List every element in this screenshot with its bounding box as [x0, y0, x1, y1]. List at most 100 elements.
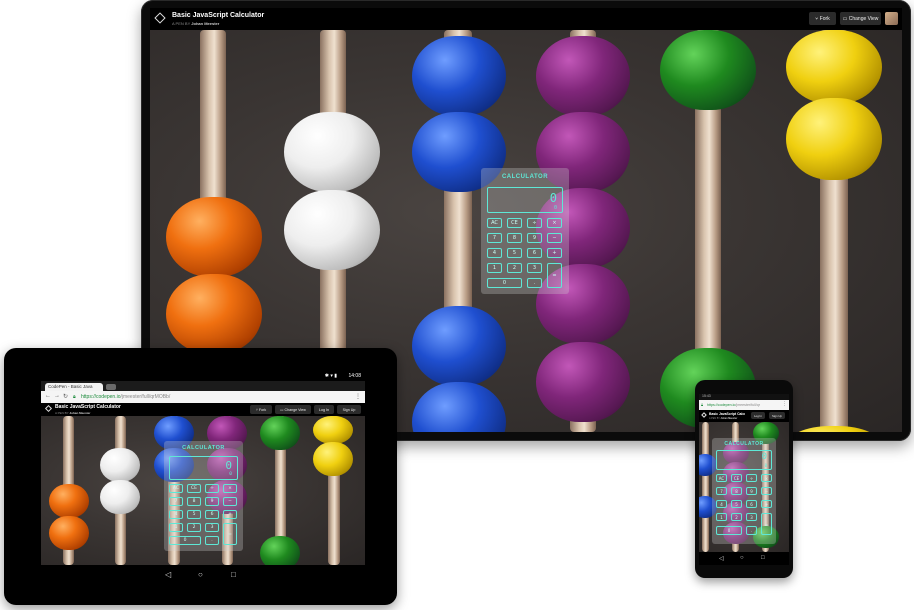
key-3[interactable]: 3: [527, 263, 542, 273]
status-icons: ✱ ▾ ▮: [324, 373, 337, 379]
key-0[interactable]: 0: [169, 536, 201, 545]
key-ce[interactable]: CE: [731, 474, 742, 482]
recents-nav-icon[interactable]: □: [761, 555, 765, 561]
forward-nav-icon[interactable]: →: [54, 393, 60, 399]
key-plus[interactable]: +: [761, 500, 772, 508]
fork-button[interactable]: ⑂ Fork: [250, 405, 272, 414]
key-5[interactable]: 5: [507, 248, 522, 258]
url-field[interactable]: https://codepen.io/jmeester/full/qrMOBb/: [81, 394, 281, 400]
blue-bead: [412, 382, 506, 432]
change-view-button[interactable]: ▭ Change View: [840, 12, 881, 25]
key-0[interactable]: 0: [487, 278, 522, 288]
pen-author[interactable]: A PEN BY Johan Meester: [172, 21, 219, 26]
key-7[interactable]: 7: [716, 487, 727, 495]
key-divide[interactable]: ÷: [205, 484, 219, 493]
change-view-button[interactable]: ▭ Change View: [275, 405, 311, 414]
key-ac[interactable]: AC: [487, 218, 502, 228]
key-minus[interactable]: −: [761, 487, 772, 495]
codepen-logo-icon[interactable]: [701, 412, 707, 418]
phone-screen: 15:43 🔒︎ https://codepen.io/jmeester/ful…: [699, 394, 789, 565]
by-prefix: A PEN BY: [172, 21, 191, 26]
key-4[interactable]: 4: [716, 500, 727, 508]
display-history: 0: [553, 205, 557, 211]
codepen-logo-icon[interactable]: [154, 12, 166, 24]
key-6[interactable]: 6: [746, 500, 757, 508]
key-decimal[interactable]: .: [205, 536, 219, 545]
new-tab-button[interactable]: [106, 384, 116, 390]
key-8[interactable]: 8: [507, 233, 522, 243]
codepen-header: Basic JavaScript Calculator A PEN BY Joh…: [41, 403, 365, 416]
key-1[interactable]: 1: [716, 513, 727, 521]
key-ac[interactable]: AC: [716, 474, 727, 482]
key-2[interactable]: 2: [507, 263, 522, 273]
abacus-rod: [702, 422, 709, 552]
key-plus[interactable]: +: [223, 510, 237, 519]
key-1[interactable]: 1: [487, 263, 502, 273]
key-9[interactable]: 9: [746, 487, 757, 495]
yellow-bead: [786, 98, 882, 180]
login-button[interactable]: Log In: [314, 405, 334, 414]
key-ce[interactable]: CE: [187, 484, 201, 493]
key-0[interactable]: 0: [716, 526, 742, 535]
key-3[interactable]: 3: [746, 513, 757, 521]
key-9[interactable]: 9: [205, 497, 219, 506]
key-3[interactable]: 3: [205, 523, 219, 532]
yellow-bead: [313, 442, 353, 476]
key-divide[interactable]: ÷: [746, 474, 757, 482]
phone-device: 15:43 🔒︎ https://codepen.io/jmeester/ful…: [695, 380, 793, 578]
back-nav-icon[interactable]: ◁: [719, 555, 724, 562]
key-8[interactable]: 8: [731, 487, 742, 495]
change-view-label: Change View: [848, 15, 879, 22]
key-7[interactable]: 7: [487, 233, 502, 243]
login-button[interactable]: Log In: [751, 412, 765, 419]
change-view-label: Change View: [284, 407, 306, 412]
key-multiply[interactable]: ×: [547, 218, 562, 228]
blue-bead: [412, 36, 506, 116]
recents-nav-icon[interactable]: □: [231, 570, 236, 579]
key-4[interactable]: 4: [487, 248, 502, 258]
key-ce[interactable]: CE: [507, 218, 522, 228]
key-7[interactable]: 7: [169, 497, 183, 506]
reload-icon[interactable]: ↻: [63, 393, 68, 400]
fork-button[interactable]: ⑂ Fork: [809, 12, 836, 25]
key-6[interactable]: 6: [205, 510, 219, 519]
url-field[interactable]: https://codepen.io/jmeester/full/qr: [707, 403, 777, 407]
pen-author[interactable]: A PEN BY Johan Meester: [709, 417, 737, 420]
calculator-title: CALCULATOR: [182, 445, 225, 451]
url-scheme: https://: [81, 394, 97, 400]
key-minus[interactable]: −: [223, 497, 237, 506]
key-multiply[interactable]: ×: [761, 474, 772, 482]
white-bead: [284, 190, 380, 270]
key-decimal[interactable]: .: [527, 278, 542, 288]
home-nav-icon[interactable]: ○: [740, 555, 744, 561]
menu-dots-icon[interactable]: ⋮: [782, 401, 787, 407]
key-6[interactable]: 6: [527, 248, 542, 258]
pen-author[interactable]: A PEN BY Johan Meester: [55, 411, 90, 415]
avatar[interactable]: [885, 12, 898, 25]
key-8[interactable]: 8: [187, 497, 201, 506]
key-decimal[interactable]: .: [746, 526, 757, 535]
key-equals[interactable]: =: [547, 263, 562, 288]
key-5[interactable]: 5: [187, 510, 201, 519]
key-divide[interactable]: ÷: [527, 218, 542, 228]
signup-button[interactable]: Sign Up: [337, 405, 361, 414]
browser-tab[interactable]: CodePen - Basic Java: [45, 383, 103, 391]
key-5[interactable]: 5: [731, 500, 742, 508]
home-nav-icon[interactable]: ○: [198, 570, 203, 579]
key-4[interactable]: 4: [169, 510, 183, 519]
key-1[interactable]: 1: [169, 523, 183, 532]
key-equals[interactable]: =: [223, 523, 237, 545]
key-plus[interactable]: +: [547, 248, 562, 258]
key-ac[interactable]: AC: [169, 484, 183, 493]
signup-button[interactable]: Sign Up: [769, 412, 785, 419]
menu-dots-icon[interactable]: ⋮: [355, 393, 361, 400]
key-equals[interactable]: =: [761, 513, 772, 535]
key-2[interactable]: 2: [187, 523, 201, 532]
key-multiply[interactable]: ×: [223, 484, 237, 493]
key-minus[interactable]: −: [547, 233, 562, 243]
back-nav-icon[interactable]: ◁: [165, 570, 171, 579]
codepen-logo-icon[interactable]: [44, 404, 53, 413]
back-nav-icon[interactable]: ←: [45, 393, 51, 399]
key-9[interactable]: 9: [527, 233, 542, 243]
key-2[interactable]: 2: [731, 513, 742, 521]
